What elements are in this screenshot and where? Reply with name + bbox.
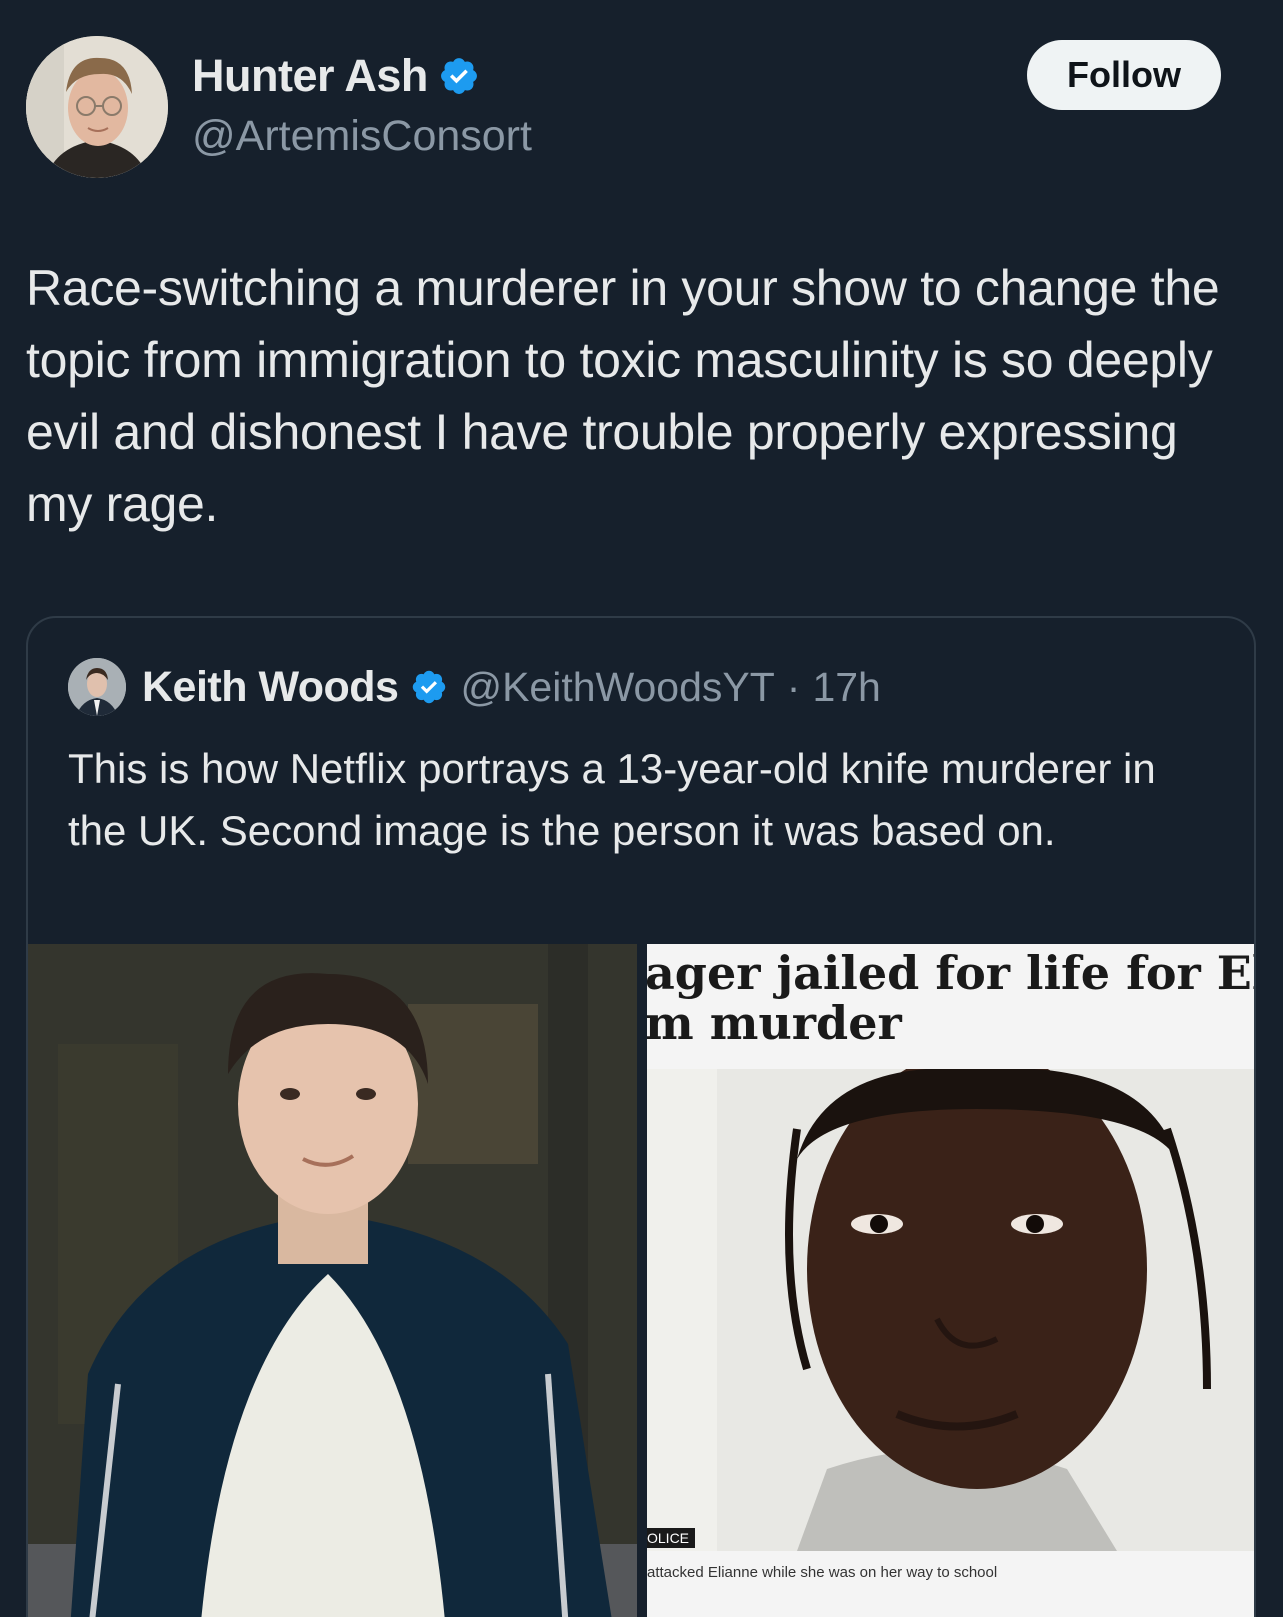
headline-line-2: m murder bbox=[647, 996, 902, 1050]
quoted-avatar[interactable] bbox=[68, 658, 126, 716]
news-headline: ager jailed for life for Eliann m murder bbox=[647, 944, 1254, 1069]
police-credit-label: OLICE bbox=[647, 1528, 696, 1548]
author-name-row: Hunter Ash bbox=[192, 50, 480, 102]
author-avatar[interactable] bbox=[26, 36, 168, 178]
author-name[interactable]: Hunter Ash bbox=[192, 50, 428, 102]
headline-line-1: ager jailed for life for Eliann bbox=[647, 946, 1254, 1000]
quoted-media: ager jailed for life for Eliann m murder bbox=[28, 944, 1254, 1617]
quoted-timestamp[interactable]: 17h bbox=[812, 664, 880, 711]
tweet-text: Race-switching a murderer in your show t… bbox=[26, 260, 1220, 532]
tweet-header: Hunter Ash @ArtemisConsort Follow bbox=[26, 36, 1236, 178]
follow-button[interactable]: Follow bbox=[1027, 40, 1221, 110]
quoted-header: Keith Woods @KeithWoodsYT · 17h bbox=[68, 658, 881, 716]
image-news-screenshot[interactable]: ager jailed for life for Eliann m murder bbox=[647, 944, 1254, 1617]
author-handle[interactable]: @ArtemisConsort bbox=[192, 112, 532, 161]
dot-separator: · bbox=[786, 663, 801, 710]
mugshot-photo bbox=[647, 1069, 1254, 1551]
image-caption: attacked Elianne while she was on her wa… bbox=[647, 1564, 998, 1581]
verified-badge-icon bbox=[440, 58, 477, 94]
quoted-verified-badge-icon bbox=[413, 670, 446, 704]
quoted-author-handle[interactable]: @KeithWoodsYT bbox=[460, 664, 774, 711]
quoted-author-name[interactable]: Keith Woods bbox=[142, 663, 399, 712]
quoted-text: This is how Netflix portrays a 13-year-o… bbox=[68, 745, 1156, 854]
quoted-tweet[interactable]: Keith Woods @KeithWoodsYT · 17h This is … bbox=[26, 616, 1256, 1617]
image-netflix-still[interactable] bbox=[28, 944, 637, 1617]
